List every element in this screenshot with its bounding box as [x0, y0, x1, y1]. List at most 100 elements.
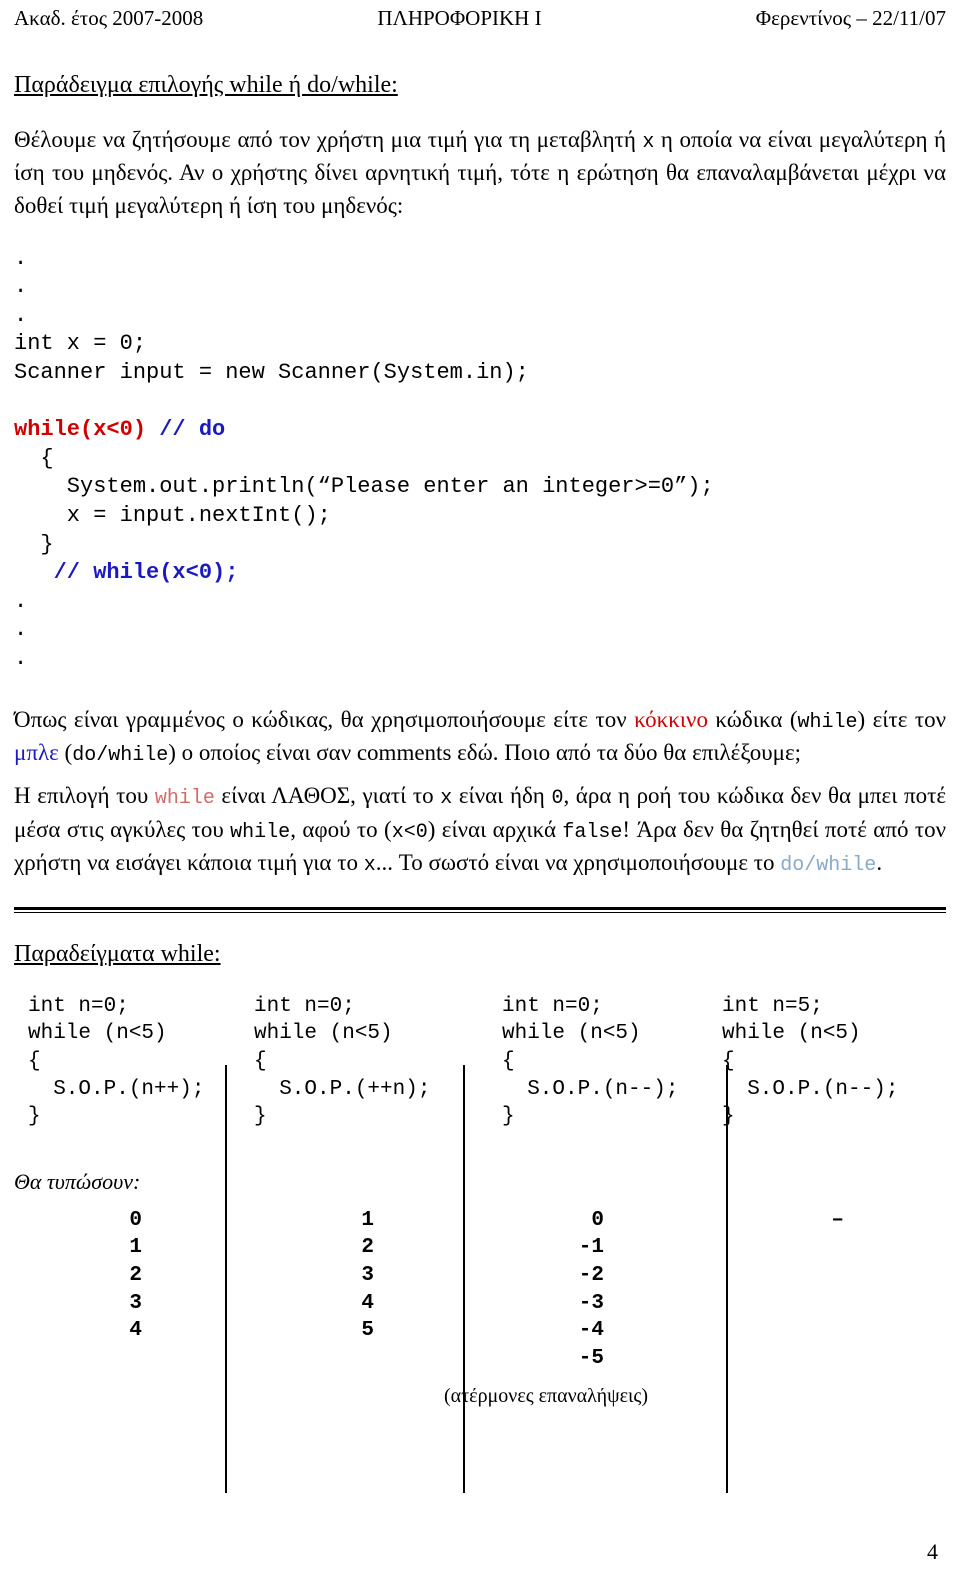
output-3-value-1: 0 — [591, 1208, 604, 1232]
example-2-line-4: S.O.P.(++n); — [254, 1077, 431, 1101]
intro-var-x: x — [642, 131, 655, 154]
example-4-line-4: S.O.P.(n--); — [722, 1077, 899, 1101]
exp2-text-e: , αφού το ( — [290, 816, 392, 842]
page-header: Ακαδ. έτος 2007-2008 ΠΛΗΡΟΦΟΡΙΚΗ Ι Φερεν… — [14, 6, 946, 31]
exp2-code-false: false — [562, 820, 623, 844]
exp2-code-x-1: x — [440, 787, 453, 811]
output-4-value-1: – — [831, 1208, 844, 1232]
output-1-value-2: 1 — [129, 1236, 142, 1260]
example-4-line-5: } — [722, 1105, 735, 1129]
exp1-word-red: κόκκινο — [634, 706, 708, 732]
output-1-value-5: 4 — [129, 1319, 142, 1343]
exp2-code-while-2: while — [230, 820, 291, 844]
explanation-paragraph-2: Η επιλογή του while είναι ΛΑΘΟΣ, γιατί τ… — [14, 780, 946, 880]
intro-text-part1: Θέλουμε να ζητήσουμε από τον χρήστη μια … — [14, 127, 643, 152]
example-column-1: int n=0; while (n<5) { S.O.P.(n++); } — [28, 993, 204, 1132]
output-column-3: 0 -1 -2 -3 -4 -5 — [534, 1207, 604, 1373]
exp2-code-x-2: x — [363, 854, 376, 878]
outputs-grid: 0 1 2 3 4 1 2 3 4 5 0 -1 -2 -3 -4 -5 – (… — [14, 1207, 946, 1407]
code-line-open-brace: { — [14, 445, 54, 471]
intro-paragraph: Θέλουμε να ζητήσουμε από τον χρήστη μια … — [14, 124, 946, 223]
output-3-value-5: -4 — [578, 1319, 604, 1343]
exp2-text-i: . — [876, 850, 883, 876]
code-comment-do: // do — [159, 417, 226, 443]
section-divider — [14, 906, 946, 913]
output-2-value-4: 4 — [361, 1291, 374, 1315]
exp2-code-dowhile: do/while — [780, 854, 877, 878]
example-3-line-3: { — [502, 1050, 515, 1073]
output-column-4: – — [774, 1207, 844, 1235]
outputs-label: Θα τυπώσουν: — [14, 1168, 141, 1194]
example-4-line-1: int n=5; — [722, 994, 823, 1018]
exp1-text-a: Όπως είναι γραμμένος ο κώδικας, θα χρησι… — [14, 706, 635, 732]
code-line-while-condition: while(x<0) — [14, 417, 147, 443]
exp2-text-f: ) είναι αρχικά — [427, 816, 563, 842]
exp1-code-while: while — [797, 710, 858, 734]
example-4-line-3: { — [722, 1050, 735, 1073]
output-column-1: 0 1 2 3 4 — [72, 1207, 142, 1346]
code-dot-6: . — [14, 646, 28, 672]
example-3-line-2: while (n<5) — [502, 1022, 641, 1046]
example-2-line-5: } — [254, 1105, 267, 1129]
exp1-text-d: ( — [58, 740, 73, 765]
example-2-line-1: int n=0; — [254, 994, 355, 1018]
page-number: 4 — [927, 1539, 938, 1564]
output-2-value-2: 2 — [361, 1236, 374, 1260]
header-course-title: ΠΛΗΡΟΦΟΡΙΚΗ Ι — [377, 6, 542, 30]
section-title-while-examples: Παραδείγματα while: — [14, 940, 221, 967]
code-dot-4: . — [14, 588, 28, 614]
exp1-text-e: ) ο οποίος είναι σαν comments εδώ. Ποιο … — [168, 740, 802, 765]
exp2-text-h: ... Το σωστό είναι να χρησιμοποιήσουμε τ… — [375, 850, 781, 876]
output-3-value-4: -3 — [578, 1291, 604, 1315]
code-block-while-dowhile: . . . int x = 0; Scanner input = new Sca… — [14, 245, 946, 674]
code-line-close-brace: } — [14, 531, 54, 557]
output-2-value-5: 5 — [361, 1319, 374, 1343]
exp2-text-c: είναι ήδη — [452, 783, 552, 809]
output-3-value-3: -2 — [578, 1264, 604, 1287]
exp2-code-zero: 0 — [551, 787, 564, 811]
code-line-scanner: Scanner input = new Scanner(System.in); — [14, 360, 529, 386]
example-1-line-2: while (n<5) — [28, 1022, 167, 1046]
output-3-value-6: -5 — [578, 1347, 604, 1371]
exp1-word-blue: μπλε — [14, 740, 59, 765]
example-column-3: int n=0; while (n<5) { S.O.P.(n--); } — [502, 993, 678, 1132]
exp1-text-b: κώδικα ( — [707, 706, 798, 732]
exp2-text-a: Η επιλογή του — [14, 783, 155, 809]
header-academic-year: Ακαδ. έτος 2007-2008 — [14, 6, 204, 30]
example-column-2: int n=0; while (n<5) { S.O.P.(++n); } — [254, 993, 430, 1132]
code-line-int-x: int x = 0; — [14, 331, 147, 357]
document-content: Παράδειγμα επιλογής while ή do/while: Θέ… — [14, 70, 946, 1407]
code-dot-5: . — [14, 617, 28, 643]
while-examples-grid: int n=0; while (n<5) { S.O.P.(n++); } in… — [14, 993, 946, 1143]
explanation-paragraph-1: Όπως είναι γραμμένος ο κώδικας, θα χρησι… — [14, 704, 946, 771]
example-column-4: int n=5; while (n<5) { S.O.P.(n--); } — [722, 993, 898, 1132]
exp1-code-dowhile: do/while — [72, 744, 169, 767]
example-4-line-2: while (n<5) — [722, 1022, 861, 1046]
example-3-line-5: } — [502, 1105, 515, 1129]
code-line-nextint: x = input.nextInt(); — [14, 503, 331, 529]
output-3-value-2: -1 — [578, 1236, 604, 1260]
output-1-value-1: 0 — [129, 1208, 142, 1232]
output-1-value-4: 3 — [129, 1291, 142, 1315]
section-title-example-choice: Παράδειγμα επιλογής while ή do/while: — [14, 72, 398, 98]
exp1-text-c: ) είτε τον — [857, 706, 946, 732]
output-column-2: 1 2 3 4 5 — [304, 1207, 374, 1346]
code-dot-1: . — [14, 245, 28, 271]
code-comment-while-condition: // while(x<0); — [14, 560, 239, 586]
example-3-line-1: int n=0; — [502, 994, 603, 1018]
code-dot-3: . — [14, 302, 28, 328]
output-1-value-3: 2 — [129, 1264, 142, 1287]
example-1-line-1: int n=0; — [28, 994, 129, 1018]
example-2-line-3: { — [254, 1050, 267, 1073]
exp2-code-condition: x<0 — [391, 820, 428, 844]
output-2-value-1: 1 — [361, 1208, 374, 1232]
exp2-text-b: είναι ΛΑΘΟΣ, γιατί το — [214, 783, 441, 809]
code-dot-2: . — [14, 274, 28, 300]
example-3-line-4: S.O.P.(n--); — [502, 1077, 679, 1101]
infinite-loop-note: (ατέρμονες επαναλήψεις) — [444, 1384, 648, 1407]
header-author-date: Φερεντίνος – 22/11/07 — [755, 6, 946, 30]
example-1-line-5: } — [28, 1105, 41, 1129]
example-2-line-2: while (n<5) — [254, 1022, 393, 1046]
example-1-line-3: { — [28, 1050, 41, 1073]
code-line-println: System.out.println(“Please enter an inte… — [14, 474, 714, 500]
